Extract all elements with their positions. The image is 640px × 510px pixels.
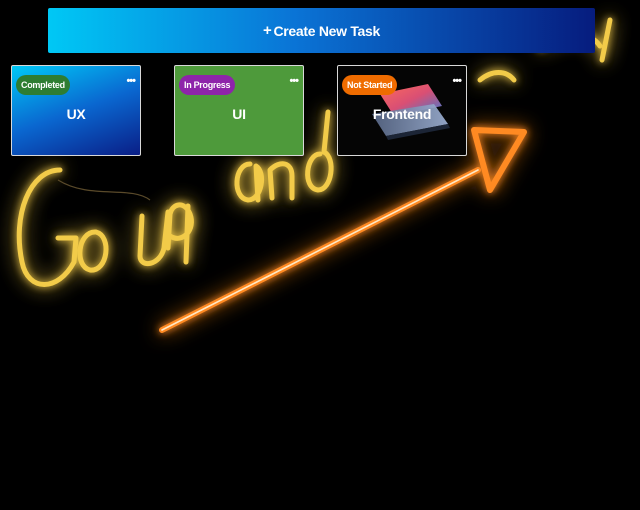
- task-card[interactable]: Completed ••• UX: [11, 65, 141, 156]
- task-card[interactable]: Not Started ••• Frontend: [337, 65, 467, 156]
- create-new-task-label: Create New Task: [273, 22, 380, 39]
- task-title: UI: [232, 106, 246, 122]
- status-badge: Completed: [16, 75, 70, 95]
- status-badge: Not Started: [342, 75, 398, 95]
- create-new-task-button[interactable]: + Create New Task: [48, 8, 595, 53]
- ellipsis-icon[interactable]: •••: [126, 75, 136, 87]
- ellipsis-icon[interactable]: •••: [289, 75, 299, 87]
- task-card[interactable]: In Progress ••• UI: [174, 65, 304, 156]
- task-title: UX: [66, 106, 86, 122]
- plus-icon: +: [263, 22, 272, 39]
- task-title: Frontend: [372, 106, 432, 122]
- status-badge: In Progress: [179, 75, 236, 95]
- ellipsis-icon[interactable]: •••: [452, 75, 462, 87]
